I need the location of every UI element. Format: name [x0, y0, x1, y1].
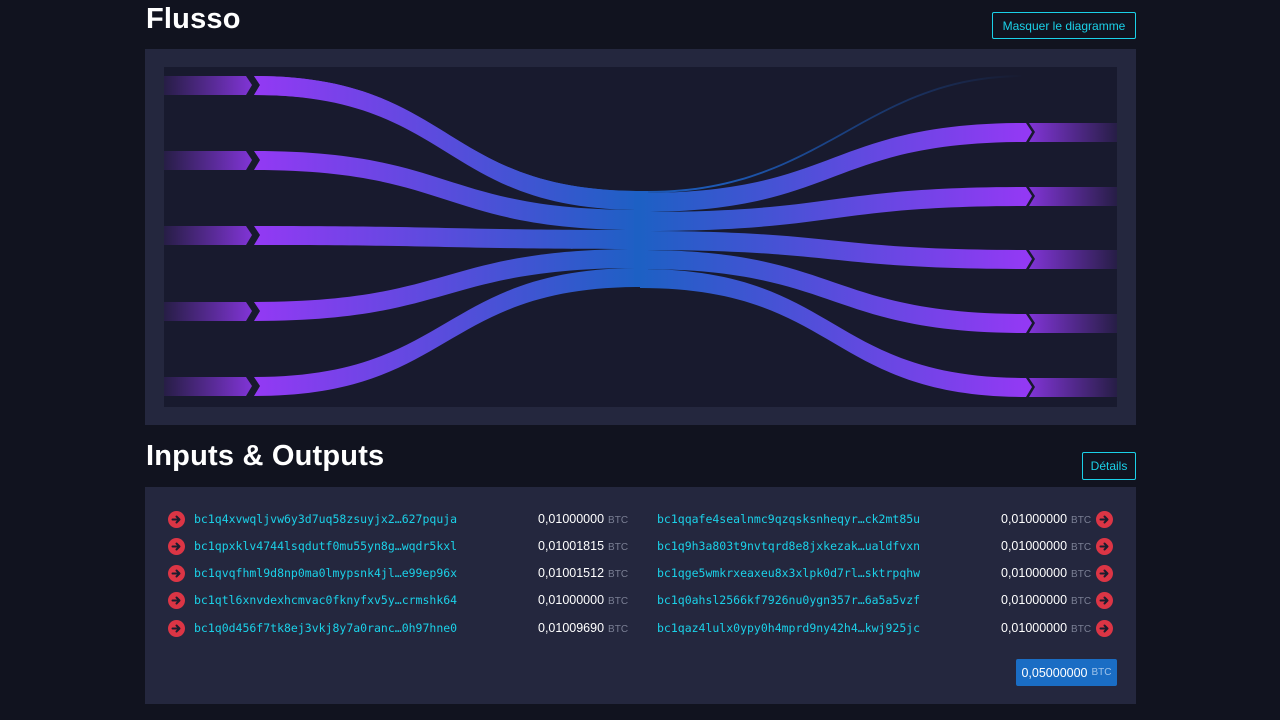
unit-label: BTC — [608, 596, 629, 607]
input-amount-value: 0,01001815 — [538, 539, 605, 553]
output-arrow — [1096, 535, 1113, 557]
output-amount: 0,01000000 BTC — [1001, 539, 1091, 553]
output-row: bc1qaz4lulx0ypy0h4mprd9ny42h4…kwj925jc — [657, 617, 920, 639]
output-amount: 0,01000000 BTC — [1001, 593, 1091, 607]
output-address[interactable]: bc1qge5wmkrxeaxeu8x3xlpk0d7rl…sktrpqhw — [657, 566, 920, 580]
io-panel: bc1q4xvwqljvw6y3d7uq58zsuyjx2…627pquja 0… — [145, 487, 1136, 704]
input-amount-value: 0,01000000 — [538, 512, 605, 526]
details-button[interactable]: Détails — [1082, 452, 1136, 480]
output-amount: 0,01000000 BTC — [1001, 512, 1091, 526]
output-stub — [1029, 123, 1117, 142]
output-stub — [1029, 314, 1117, 333]
output-arrow — [1096, 508, 1113, 530]
output-address[interactable]: bc1qqafe4sealnmc9qzqsksnheqyr…ck2mt85u — [657, 512, 920, 526]
input-stub — [164, 151, 252, 170]
input-row: bc1q4xvwqljvw6y3d7uq58zsuyjx2…627pquja — [168, 508, 457, 530]
io-title: Inputs & Outputs — [146, 440, 385, 472]
input-address[interactable]: bc1qtl6xnvdexhcmvac0fknyfxv5y…crmshk64 — [194, 593, 457, 607]
unit-label: BTC — [608, 542, 629, 553]
output-amount-value: 0,01000000 — [1001, 539, 1068, 553]
unit-label: BTC — [1071, 515, 1092, 526]
input-amount-value: 0,01000000 — [538, 593, 605, 607]
unit-label: BTC — [608, 515, 629, 526]
output-arrow — [1096, 617, 1113, 639]
input-amount: 0,01001815 BTC — [538, 539, 628, 553]
input-amount-value: 0,01009690 — [538, 621, 605, 635]
input-address[interactable]: bc1qpxklv4744lsqdutf0mu55yn8g…wqdr5kxl — [194, 539, 457, 553]
output-arrow — [1096, 589, 1113, 611]
total-amount-value: 0,05000000 — [1021, 665, 1088, 680]
input-amount: 0,01001512 BTC — [538, 566, 628, 580]
output-row: bc1qge5wmkrxeaxeu8x3xlpk0d7rl…sktrpqhw — [657, 562, 920, 584]
input-stub — [164, 76, 252, 95]
arrow-right-circle-icon[interactable] — [168, 564, 185, 582]
input-stub — [164, 302, 252, 321]
output-amount-value: 0,01000000 — [1001, 566, 1068, 580]
unit-label: BTC — [1071, 596, 1092, 607]
output-row: bc1qqafe4sealnmc9qzqsksnheqyr…ck2mt85u — [657, 508, 920, 530]
arrow-right-circle-icon[interactable] — [168, 537, 185, 555]
flow-title: Flusso — [146, 3, 241, 35]
output-stub — [1029, 187, 1117, 206]
input-amount: 0,01009690 BTC — [538, 621, 628, 635]
page: Flusso Masquer le diagramme Inputs & Out… — [0, 0, 1280, 720]
unit-label: BTC — [1071, 569, 1092, 580]
arrow-right-circle-icon[interactable] — [1096, 591, 1113, 609]
output-arrow — [1096, 562, 1113, 584]
input-amount: 0,01000000 BTC — [538, 512, 628, 526]
arrow-right-circle-icon[interactable] — [1096, 619, 1113, 637]
hide-diagram-button[interactable]: Masquer le diagramme — [992, 12, 1136, 39]
total-amount-badge: 0,05000000 BTC — [1016, 659, 1117, 686]
input-row: bc1qpxklv4744lsqdutf0mu55yn8g…wqdr5kxl — [168, 535, 457, 557]
output-address[interactable]: bc1qaz4lulx0ypy0h4mprd9ny42h4…kwj925jc — [657, 621, 920, 635]
arrow-right-circle-icon[interactable] — [1096, 510, 1113, 528]
flow-diagram — [164, 67, 1117, 407]
output-row: bc1q9h3a803t9nvtqrd8e8jxkezak…ualdfvxn — [657, 535, 920, 557]
output-address[interactable]: bc1q0ahsl2566kf7926nu0ygn357r…6a5a5vzf — [657, 593, 920, 607]
output-address[interactable]: bc1q9h3a803t9nvtqrd8e8jxkezak…ualdfvxn — [657, 539, 920, 553]
input-amount-value: 0,01001512 — [538, 566, 605, 580]
unit-label: BTC — [1091, 667, 1112, 678]
flow-diagram-panel — [145, 49, 1136, 425]
input-address[interactable]: bc1q4xvwqljvw6y3d7uq58zsuyjx2…627pquja — [194, 512, 457, 526]
unit-label: BTC — [608, 569, 629, 580]
input-stub — [164, 377, 252, 396]
input-row: bc1qvqfhml9d8np0ma0lmypsnk4jl…e99ep96x — [168, 562, 457, 584]
input-address[interactable]: bc1q0d456f7tk8ej3vkj8y7a0ranc…0h97hne0 — [194, 621, 457, 635]
arrow-right-circle-icon[interactable] — [1096, 537, 1113, 555]
output-stub — [1029, 378, 1117, 397]
unit-label: BTC — [608, 624, 629, 635]
input-row: bc1qtl6xnvdexhcmvac0fknyfxv5y…crmshk64 — [168, 589, 457, 611]
output-amount: 0,01000000 BTC — [1001, 566, 1091, 580]
input-address[interactable]: bc1qvqfhml9d8np0ma0lmypsnk4jl…e99ep96x — [194, 566, 457, 580]
output-amount-value: 0,01000000 — [1001, 621, 1068, 635]
arrow-right-circle-icon[interactable] — [168, 591, 185, 609]
input-amount: 0,01000000 BTC — [538, 593, 628, 607]
output-amount-value: 0,01000000 — [1001, 593, 1068, 607]
output-row: bc1q0ahsl2566kf7926nu0ygn357r…6a5a5vzf — [657, 589, 920, 611]
input-stub — [164, 226, 252, 245]
input-row: bc1q0d456f7tk8ej3vkj8y7a0ranc…0h97hne0 — [168, 617, 457, 639]
unit-label: BTC — [1071, 624, 1092, 635]
output-amount-value: 0,01000000 — [1001, 512, 1068, 526]
arrow-right-circle-icon[interactable] — [1096, 564, 1113, 582]
arrow-right-circle-icon[interactable] — [168, 510, 185, 528]
unit-label: BTC — [1071, 542, 1092, 553]
output-stub — [1029, 250, 1117, 269]
output-amount: 0,01000000 BTC — [1001, 621, 1091, 635]
arrow-right-circle-icon[interactable] — [168, 619, 185, 637]
